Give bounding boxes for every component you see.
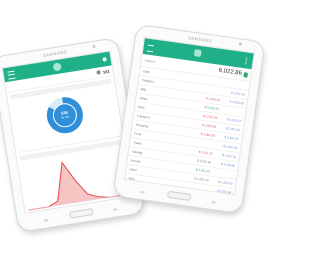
menu-icon[interactable] (7, 70, 16, 80)
home-button[interactable] (69, 208, 94, 219)
transaction-amount (186, 186, 208, 189)
balance-amount: 6,022.86 (218, 67, 243, 77)
user-count: 101 (102, 68, 110, 75)
menu-key[interactable] (113, 208, 118, 211)
transaction-balance: $ 4,210.00 (220, 161, 236, 168)
transaction-amount: $ 2,001.90 (201, 122, 217, 129)
balance-label: Balance (144, 58, 156, 64)
dashboard-screen: 101 536 91.6% (1, 50, 134, 214)
back-key[interactable] (140, 190, 145, 194)
transaction-amount: $ 1,203.32 (205, 96, 221, 103)
transaction-balance (210, 171, 234, 174)
transaction-amount: $ 1,001.00 (194, 176, 209, 183)
balance-status-icon (243, 71, 249, 78)
app-logo-icon (52, 62, 62, 72)
back-key[interactable] (43, 219, 49, 222)
transaction-balance: $ 3,201.62 (225, 126, 241, 133)
more-icon[interactable] (245, 57, 250, 65)
transaction-balance: $ 2,011.10 (222, 153, 237, 159)
transaction-balance (222, 82, 246, 85)
transaction-amount: $ 8,226.34 (204, 105, 219, 112)
transaction-amount: $ 2,011.10 (195, 167, 211, 174)
transaction-amount: $ 1,001.00 (200, 131, 216, 138)
transaction-balance: $ 4,820.28 (229, 99, 244, 106)
transaction-balance: $ 1,991.00 (223, 144, 238, 151)
transaction-amount (201, 79, 223, 82)
tablet-right: SAMSUNG Balance 6,022.86 Date Category $ 2… (112, 23, 266, 215)
home-button[interactable] (166, 190, 192, 202)
transaction-balance: $ 4,301.24 (226, 117, 242, 124)
transaction-balance (219, 109, 243, 112)
transactions-screen: Balance 6,022.86 Date Category $ 2,011.10 B… (123, 36, 255, 196)
spike-area (28, 162, 130, 211)
menu-icon[interactable] (146, 44, 154, 53)
transaction-list: Date Category $ 2,011.10 Bills $ 1,203.32 $ 4… (123, 66, 250, 196)
transaction-amount (192, 142, 214, 145)
transaction-balance: $ 1,031.00 (218, 179, 233, 186)
transaction-amount (199, 88, 221, 91)
transaction-amount: $ 2,011.10 (198, 149, 213, 156)
transaction-amount: $ 1,501.88 (203, 113, 218, 120)
transaction-balance: $ 6,022.86 (216, 188, 232, 195)
transaction-balance: $ 2,011.10 (230, 90, 246, 97)
balance-value: 6,022.86 (218, 67, 249, 78)
transaction-amount: $ 3,001.00 (196, 158, 212, 165)
user-icon (96, 70, 102, 75)
product-scene: SAMSUNG 101 536 91.6% SAMSUNG Balance 6,… (0, 0, 266, 256)
notification-icon[interactable] (102, 57, 107, 62)
transaction-balance: $ 2,201.62 (224, 135, 239, 142)
app-logo-icon (193, 49, 202, 58)
menu-key[interactable] (211, 200, 216, 204)
